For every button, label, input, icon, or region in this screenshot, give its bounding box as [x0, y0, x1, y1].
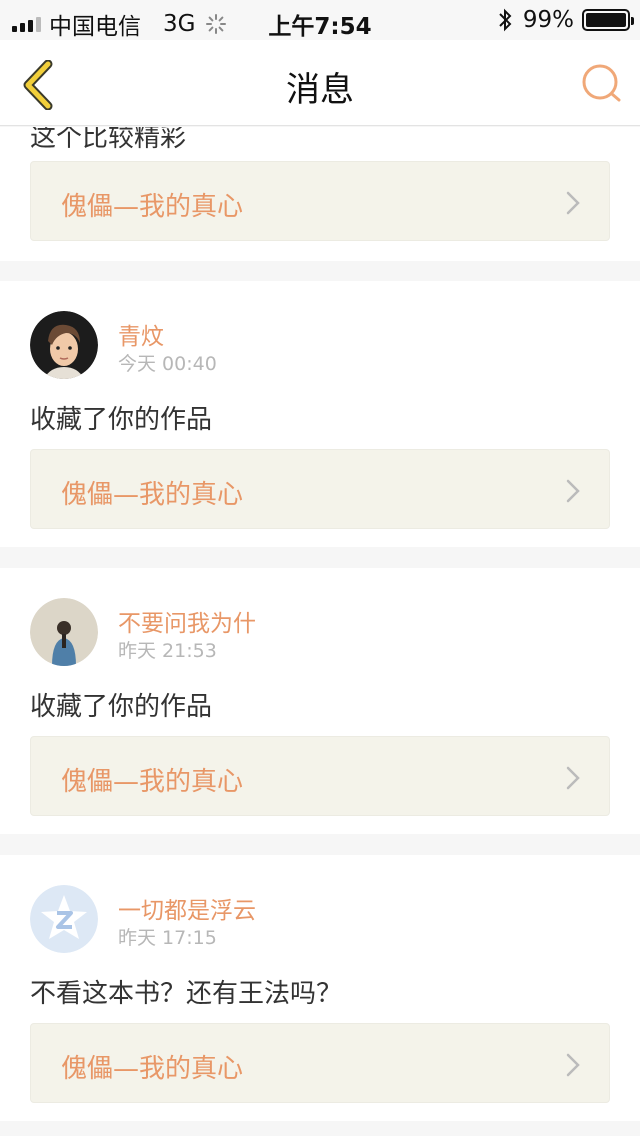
message-text: 不看这本书？还有王法吗？ — [30, 979, 343, 1009]
search-button[interactable] — [580, 62, 622, 104]
timestamp: 今天 00:40 — [118, 353, 217, 375]
nav-bar: 消息 — [0, 40, 640, 126]
message-list[interactable]: 这个比较精彩 傀儡—我的真心 青炆 今天 00:40 收藏了你的作品 傀儡—我的… — [0, 127, 640, 1136]
username[interactable]: 不要问我为什 — [118, 604, 256, 638]
status-bar: 中国电信 3G 上午7:54 99% — [0, 0, 640, 40]
message-card: 一切都是浮云 昨天 17:15 不看这本书？还有王法吗？ 傀儡—我的真心 — [0, 855, 640, 1121]
work-link[interactable]: 傀儡—我的真心 — [30, 1023, 610, 1103]
work-link[interactable]: 傀儡—我的真心 — [30, 736, 610, 816]
username[interactable]: 一切都是浮云 — [118, 891, 256, 925]
user-avatar-icon — [30, 598, 98, 666]
bluetooth-icon — [499, 8, 512, 32]
chevron-right-icon — [566, 766, 580, 790]
work-title: 傀儡—我的真心 — [61, 767, 244, 797]
message-text: 这个比较精彩 — [30, 127, 187, 153]
message-card: 不要问我为什 昨天 21:53 收藏了你的作品 傀儡—我的真心 — [0, 568, 640, 834]
message-card: 这个比较精彩 傀儡—我的真心 — [0, 127, 640, 261]
search-icon — [582, 64, 621, 102]
work-title: 傀儡—我的真心 — [61, 192, 244, 222]
avatar[interactable] — [30, 311, 98, 379]
chevron-right-icon — [566, 191, 580, 215]
work-link[interactable]: 傀儡—我的真心 — [30, 161, 610, 241]
work-title: 傀儡—我的真心 — [61, 1054, 244, 1084]
avatar[interactable] — [30, 885, 98, 953]
message-text: 收藏了你的作品 — [30, 692, 213, 722]
timestamp: 昨天 17:15 — [118, 927, 217, 949]
battery-percent: 99% — [522, 7, 574, 33]
default-avatar-icon — [30, 885, 98, 953]
avatar[interactable] — [30, 598, 98, 666]
timestamp: 昨天 21:53 — [118, 640, 217, 662]
chevron-right-icon — [566, 479, 580, 503]
message-card: 青炆 今天 00:40 收藏了你的作品 傀儡—我的真心 — [0, 281, 640, 547]
chevron-right-icon — [566, 1053, 580, 1077]
username[interactable]: 青炆 — [118, 317, 164, 351]
work-link[interactable]: 傀儡—我的真心 — [30, 449, 610, 529]
page-title: 消息 — [286, 70, 354, 110]
work-title: 傀儡—我的真心 — [61, 480, 244, 510]
battery-icon — [582, 9, 634, 31]
user-avatar-icon — [30, 311, 98, 379]
message-text: 收藏了你的作品 — [30, 405, 213, 435]
